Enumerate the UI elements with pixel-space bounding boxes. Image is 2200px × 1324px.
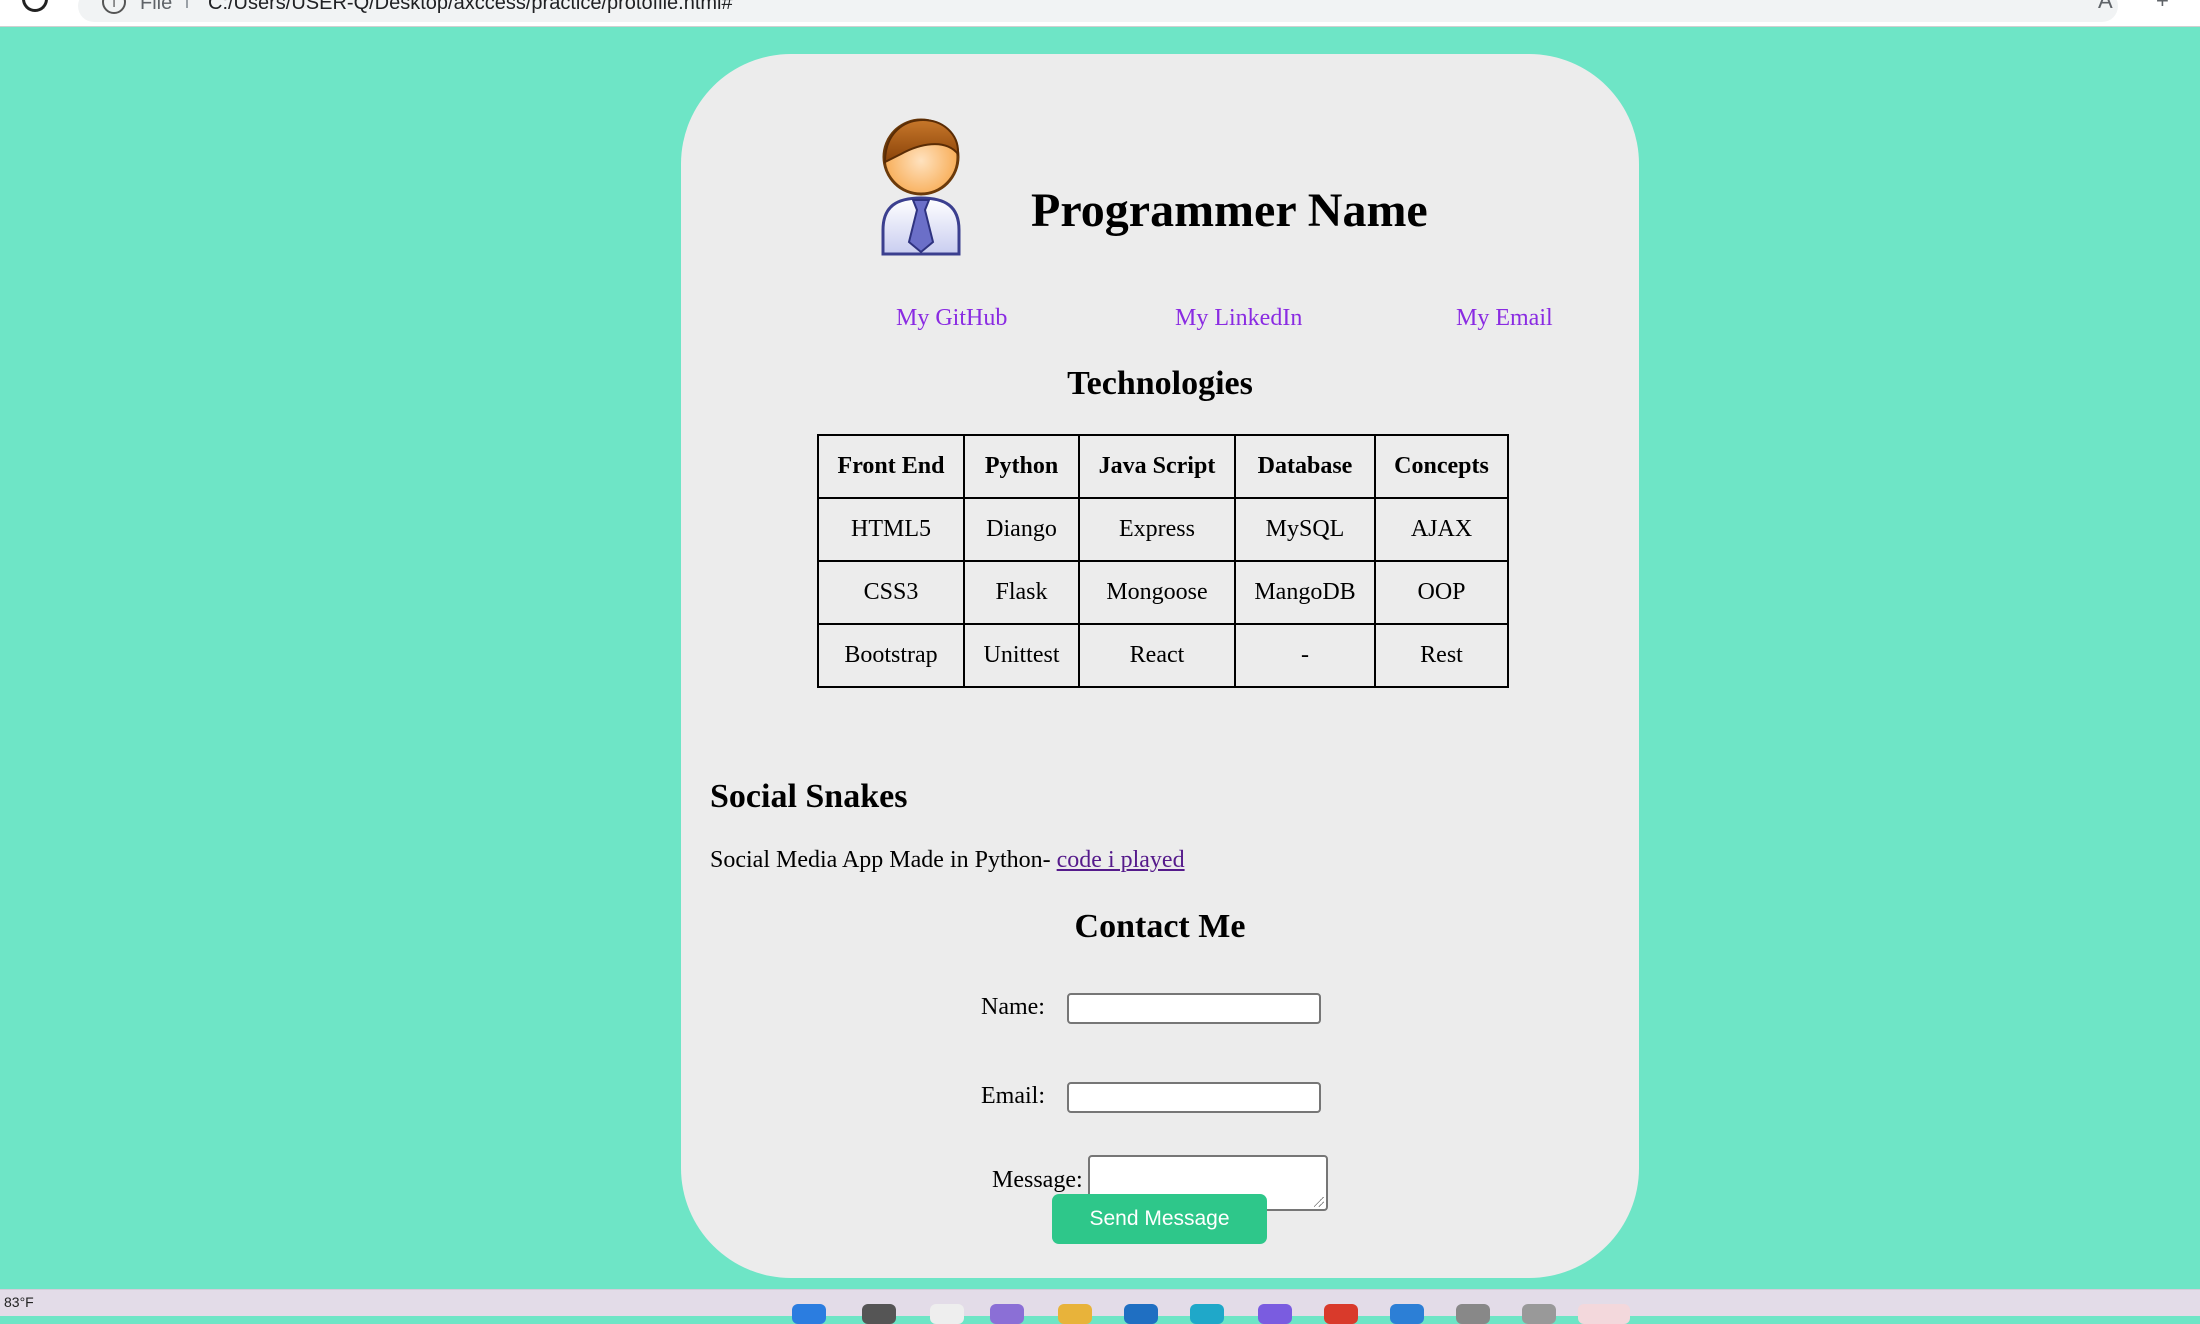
reload-icon[interactable] bbox=[22, 0, 48, 12]
table-cell: HTML5 bbox=[817, 497, 965, 562]
name-input[interactable] bbox=[1067, 993, 1321, 1024]
chrome-icon[interactable] bbox=[1324, 1304, 1358, 1324]
table-cell: - bbox=[1234, 623, 1376, 688]
name-label: Name: bbox=[981, 994, 1045, 1020]
start-icon[interactable] bbox=[792, 1304, 826, 1324]
project-title: Social Snakes bbox=[710, 778, 908, 815]
linkedin-link[interactable]: My LinkedIn bbox=[1175, 305, 1302, 332]
table-cell: Express bbox=[1078, 497, 1236, 562]
table-cell: Bootstrap bbox=[817, 623, 965, 688]
edge-icon[interactable] bbox=[1190, 1304, 1224, 1324]
table-cell: Diango bbox=[963, 497, 1080, 562]
github-link[interactable]: My GitHub bbox=[896, 305, 1007, 332]
address-divider bbox=[186, 0, 188, 8]
programmer-avatar-icon bbox=[881, 118, 961, 256]
table-cell: MySQL bbox=[1234, 497, 1376, 562]
search-icon[interactable] bbox=[862, 1304, 896, 1324]
table-row: Bootstrap Unittest React - Rest bbox=[817, 623, 1509, 688]
taskbar: 83°F bbox=[0, 1289, 2200, 1324]
technologies-heading: Technologies bbox=[1067, 365, 1253, 402]
table-header-row: Front End Python Java Script Database Co… bbox=[817, 434, 1509, 499]
resize-grip-icon[interactable] bbox=[1314, 1197, 1324, 1207]
settings-icon[interactable] bbox=[1456, 1304, 1490, 1324]
column-header: Concepts bbox=[1374, 434, 1509, 499]
weather-widget[interactable]: 83°F bbox=[4, 1294, 34, 1310]
active-app-icon[interactable] bbox=[1578, 1304, 1630, 1324]
email-input[interactable] bbox=[1067, 1082, 1321, 1113]
project-code-link[interactable]: code i played bbox=[1057, 847, 1185, 873]
file-explorer-icon[interactable] bbox=[1058, 1304, 1092, 1324]
table-cell: Rest bbox=[1374, 623, 1509, 688]
file-label: File bbox=[140, 0, 173, 14]
teams-icon[interactable] bbox=[1258, 1304, 1292, 1324]
table-cell: Flask bbox=[963, 560, 1080, 625]
task-view-icon[interactable] bbox=[930, 1304, 964, 1324]
send-message-button[interactable]: Send Message bbox=[1052, 1194, 1267, 1244]
project-description: Social Media App Made in Python- code i … bbox=[710, 847, 1185, 874]
table-cell: AJAX bbox=[1374, 497, 1509, 562]
table-cell: React bbox=[1078, 623, 1236, 688]
table-cell: Mongoose bbox=[1078, 560, 1236, 625]
table-row: HTML5 Diango Express MySQL AJAX bbox=[817, 497, 1509, 562]
portfolio-card: Programmer Name My GitHub My LinkedIn My… bbox=[681, 54, 1639, 1278]
terminal-icon[interactable] bbox=[1522, 1304, 1556, 1324]
column-header: Database bbox=[1234, 434, 1376, 499]
table-cell: OOP bbox=[1374, 560, 1509, 625]
page-title: Programmer Name bbox=[1031, 184, 1428, 237]
table-row: CSS3 Flask Mongoose MangoDB OOP bbox=[817, 560, 1509, 625]
table-cell: CSS3 bbox=[817, 560, 965, 625]
column-header: Python bbox=[963, 434, 1080, 499]
column-header: Java Script bbox=[1078, 434, 1236, 499]
email-link[interactable]: My Email bbox=[1456, 305, 1553, 332]
email-label: Email: bbox=[981, 1083, 1045, 1109]
read-aloud-icon[interactable]: A bbox=[2098, 0, 2113, 14]
technologies-table: Front End Python Java Script Database Co… bbox=[817, 434, 1509, 688]
column-header: Front End bbox=[817, 434, 965, 499]
mail-icon[interactable] bbox=[1124, 1304, 1158, 1324]
browser-toolbar: i File C:/Users/USER-Q/Desktop/axccess/p… bbox=[0, 0, 2200, 27]
favorites-icon[interactable]: + bbox=[2156, 0, 2169, 14]
project-description-text: Social Media App Made in Python- bbox=[710, 847, 1057, 873]
url-text[interactable]: C:/Users/USER-Q/Desktop/axccess/practice… bbox=[208, 0, 733, 15]
vscode-icon[interactable] bbox=[1390, 1304, 1424, 1324]
table-cell: Unittest bbox=[963, 623, 1080, 688]
message-label: Message: bbox=[992, 1167, 1083, 1193]
table-cell: MangoDB bbox=[1234, 560, 1376, 625]
chat-icon[interactable] bbox=[990, 1304, 1024, 1324]
contact-heading: Contact Me bbox=[1074, 908, 1246, 945]
